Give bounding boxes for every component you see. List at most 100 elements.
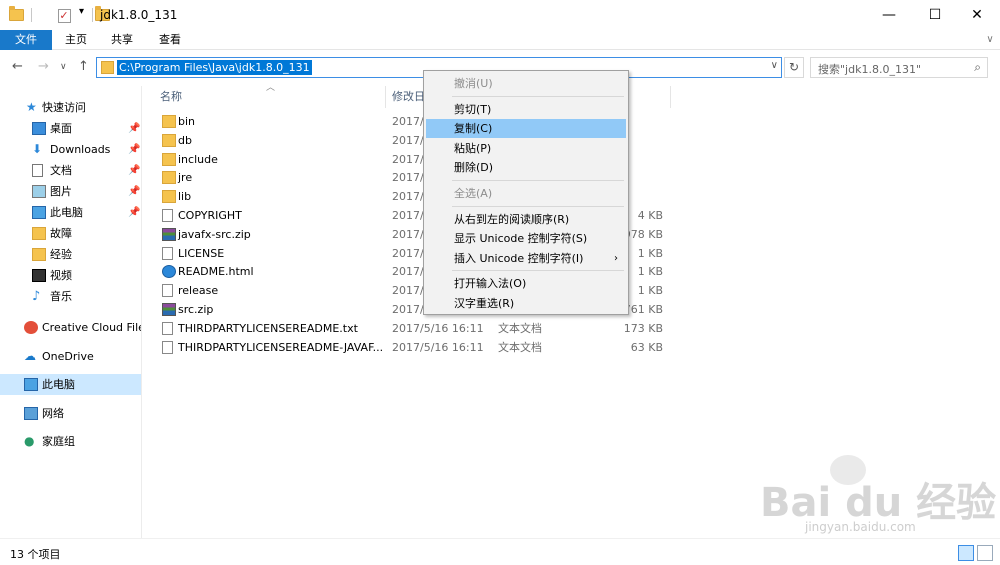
sidebar-item-quick-access[interactable]: ★ 快速访问 bbox=[0, 97, 141, 118]
menu-item-label: 插入 Unicode 控制字符(I) bbox=[454, 251, 584, 265]
address-input[interactable]: C:\Program Files\Java\jdk1.8.0_131 bbox=[117, 60, 312, 75]
properties-check-icon[interactable]: ✓ bbox=[57, 9, 71, 23]
file-name: javafx-src.zip bbox=[178, 227, 251, 241]
sidebar-item-homegroup[interactable]: ● 家庭组 bbox=[0, 431, 141, 452]
status-bar: 13 个项目 bbox=[0, 538, 1000, 565]
sort-ascending-icon: ︿ bbox=[266, 83, 276, 93]
up-button[interactable]: ↑ bbox=[78, 59, 89, 74]
menu-separator bbox=[452, 95, 624, 97]
sidebar-item-music[interactable]: ♪ 音乐 bbox=[0, 286, 141, 307]
file-name: bin bbox=[178, 115, 196, 128]
file-name: jre bbox=[178, 171, 193, 185]
sidebar-item-desktop[interactable]: 桌面 📌 bbox=[0, 118, 141, 139]
details-view-button[interactable] bbox=[958, 545, 974, 561]
large-icons-view-button[interactable] bbox=[977, 545, 993, 561]
star-icon: ★ bbox=[26, 100, 37, 114]
sidebar-item-jingyan[interactable]: 经验 bbox=[0, 244, 141, 265]
file-name: src.zip bbox=[178, 303, 214, 316]
sidebar-item-pictures[interactable]: 图片 📌 bbox=[0, 181, 141, 202]
menu-item[interactable]: 从右到左的阅读顺序(R) bbox=[426, 210, 626, 229]
doc-file-icon bbox=[162, 340, 173, 354]
tab-view[interactable]: 查看 bbox=[152, 30, 188, 50]
pin-icon[interactable]: 📌 bbox=[128, 139, 140, 160]
menu-item[interactable]: 剪切(T) bbox=[426, 100, 626, 119]
window-title: jdk1.8.0_131 bbox=[100, 8, 178, 22]
menu-item[interactable]: 打开输入法(O) bbox=[426, 274, 626, 293]
menu-item-label: 打开输入法(O) bbox=[454, 277, 527, 291]
sidebar-item-this-pc-pinned[interactable]: 此电脑 📌 bbox=[0, 202, 141, 223]
separator bbox=[92, 8, 93, 22]
back-button[interactable]: ← bbox=[12, 59, 23, 74]
refresh-button[interactable]: ↻ bbox=[784, 57, 804, 78]
file-name: db bbox=[178, 133, 192, 147]
menu-item[interactable]: 复制(C) bbox=[426, 119, 626, 139]
folder-icon bbox=[9, 6, 24, 21]
doc-file-icon bbox=[162, 209, 173, 222]
pin-icon[interactable]: 📌 bbox=[128, 160, 140, 181]
forward-button[interactable]: → bbox=[38, 59, 49, 74]
sidebar-item-network[interactable]: 网络 bbox=[0, 403, 141, 424]
sidebar-item-this-pc[interactable]: 此电脑 bbox=[0, 374, 141, 395]
title-bar: ✓ ▾ jdk1.8.0_131 — ☐ ✕ bbox=[0, 0, 1000, 30]
file-type: 文本文档 bbox=[498, 321, 542, 335]
expand-ribbon-icon[interactable]: ∨ bbox=[980, 30, 1000, 50]
menu-item-label: 粘贴(P) bbox=[454, 141, 492, 155]
menu-item[interactable]: 撤消(U) bbox=[426, 74, 626, 93]
chevron-down-icon[interactable]: ∨ bbox=[771, 60, 778, 71]
menu-item[interactable]: 删除(D) bbox=[426, 158, 626, 177]
customize-toolbar-icon[interactable]: ▾ bbox=[79, 6, 84, 22]
zip-file-icon bbox=[162, 227, 176, 241]
pin-icon[interactable]: 📌 bbox=[128, 202, 140, 223]
file-name: LICENSE bbox=[178, 246, 225, 260]
file-row[interactable]: THIRDPARTYLICENSEREADME-JAVAF... 2017/5/1… bbox=[150, 338, 670, 357]
search-box[interactable]: 搜索"jdk1.8.0_131" ⌕ bbox=[810, 57, 988, 78]
search-icon[interactable]: ⌕ bbox=[974, 60, 981, 75]
sidebar-item-downloads[interactable]: ⬇ Downloads 📌 bbox=[0, 139, 141, 160]
sidebar-item-guzhang[interactable]: 故障 bbox=[0, 223, 141, 244]
picture-icon bbox=[32, 185, 46, 198]
column-header-date[interactable]: 修改日 bbox=[392, 86, 425, 108]
tab-home[interactable]: 主页 bbox=[58, 30, 94, 50]
folder-icon bbox=[32, 248, 46, 261]
pin-icon[interactable]: 📌 bbox=[128, 181, 140, 202]
computer-icon bbox=[24, 378, 38, 391]
sidebar-item-videos[interactable]: 视频 bbox=[0, 265, 141, 286]
menu-item[interactable]: 显示 Unicode 控制字符(S) bbox=[426, 229, 626, 248]
item-count: 13 个项目 bbox=[10, 548, 61, 561]
sidebar-item-creative-cloud[interactable]: Creative Cloud Files bbox=[0, 317, 141, 338]
menu-item[interactable]: 全选(A) bbox=[426, 184, 626, 203]
submenu-arrow-icon: › bbox=[614, 252, 618, 264]
tab-file[interactable]: 文件 bbox=[0, 30, 52, 50]
file-row[interactable]: THIRDPARTYLICENSEREADME.txt 2017/5/16 16:… bbox=[150, 319, 670, 338]
zip-file-icon bbox=[162, 303, 176, 316]
folder-file-icon bbox=[162, 115, 176, 128]
minimize-button[interactable]: — bbox=[866, 0, 912, 30]
menu-item[interactable]: 粘贴(P) bbox=[426, 139, 626, 158]
menu-item-label: 汉字重选(R) bbox=[454, 297, 515, 310]
tab-share[interactable]: 共享 bbox=[104, 30, 140, 50]
file-date: 2017/5/16 16:11 bbox=[392, 321, 484, 335]
file-name: lib bbox=[178, 190, 192, 204]
doc-file-icon bbox=[162, 321, 173, 335]
pin-icon[interactable]: 📌 bbox=[128, 118, 140, 139]
close-button[interactable]: ✕ bbox=[954, 0, 1000, 30]
file-name: README.html bbox=[178, 265, 254, 279]
column-separator[interactable] bbox=[670, 86, 671, 108]
menu-item[interactable]: 汉字重选(R) bbox=[426, 294, 626, 313]
column-separator[interactable] bbox=[385, 86, 386, 108]
file-name: THIRDPARTYLICENSEREADME-JAVAF... bbox=[178, 340, 384, 354]
file-date: 2017/5/16 16:11 bbox=[392, 340, 484, 354]
html-file-icon bbox=[162, 265, 176, 279]
menu-separator bbox=[452, 180, 624, 181]
video-icon bbox=[32, 269, 46, 282]
menu-item[interactable]: 插入 Unicode 控制字符(I) › bbox=[426, 249, 626, 268]
file-date: 2017/ bbox=[392, 303, 424, 316]
maximize-button[interactable]: ☐ bbox=[912, 0, 958, 30]
network-icon bbox=[24, 407, 38, 420]
column-header-name[interactable]: 名称 bbox=[160, 86, 182, 108]
sidebar-item-onedrive[interactable]: ☁ OneDrive bbox=[0, 346, 141, 367]
recent-locations-button[interactable]: ∨ bbox=[60, 62, 67, 72]
search-input[interactable]: 搜索"jdk1.8.0_131" bbox=[818, 61, 921, 77]
doc-file-icon bbox=[162, 246, 173, 260]
sidebar-item-documents[interactable]: 文档 📌 bbox=[0, 160, 141, 181]
